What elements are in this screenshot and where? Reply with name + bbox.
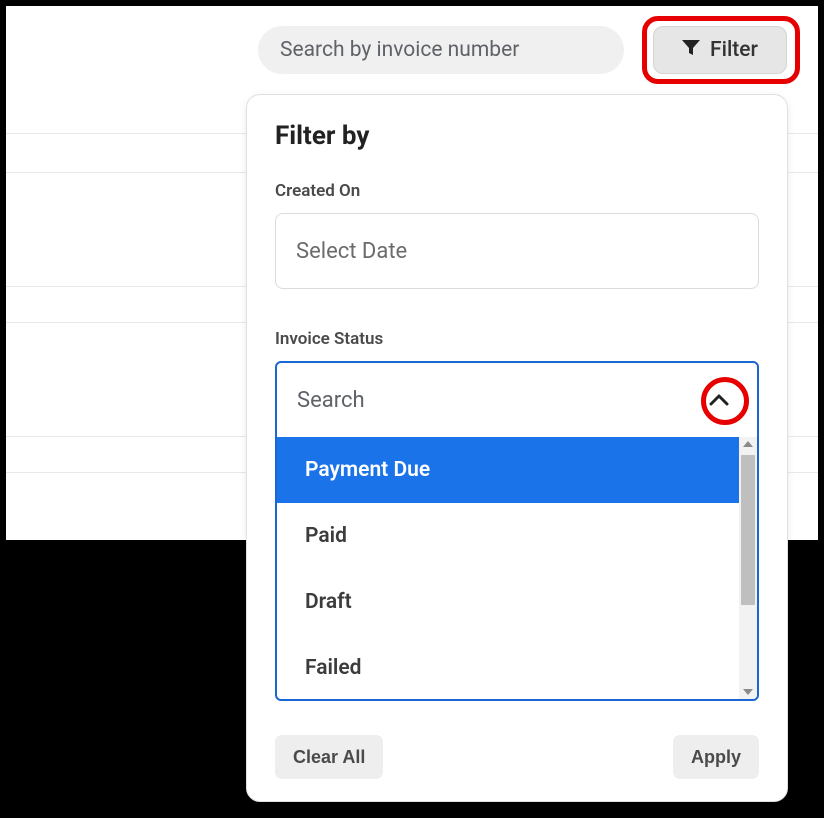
funnel-icon (682, 38, 700, 62)
invoice-status-search[interactable]: Search (277, 363, 757, 437)
created-on-label: Created On (275, 181, 759, 201)
options-scrollbar[interactable] (739, 437, 757, 699)
scroll-thumb[interactable] (741, 455, 755, 605)
clear-all-button[interactable]: Clear All (275, 735, 383, 779)
invoice-status-combobox[interactable]: Search Payment Due Paid Draft Failed (275, 361, 759, 701)
created-on-placeholder: Select Date (296, 239, 407, 264)
scroll-down-icon (743, 689, 753, 695)
panel-title: Filter by (275, 121, 759, 151)
filter-panel: Filter by Created On Select Date Invoice… (246, 94, 788, 802)
invoice-status-label: Invoice Status (275, 329, 759, 349)
invoice-status-search-placeholder: Search (297, 388, 365, 413)
option-draft[interactable]: Draft (277, 569, 739, 635)
chevron-up-icon (709, 391, 729, 410)
filter-button-label: Filter (710, 38, 758, 62)
created-on-input[interactable]: Select Date (275, 213, 759, 289)
invoice-status-options: Payment Due Paid Draft Failed (277, 437, 739, 699)
apply-button[interactable]: Apply (673, 735, 759, 779)
scroll-up-icon (743, 441, 753, 447)
option-payment-due[interactable]: Payment Due (277, 437, 739, 503)
collapse-toggle[interactable] (697, 378, 741, 422)
search-placeholder: Search by invoice number (280, 38, 519, 62)
option-failed[interactable]: Failed (277, 635, 739, 699)
filter-button[interactable]: Filter (653, 26, 787, 74)
option-paid[interactable]: Paid (277, 503, 739, 569)
search-input[interactable]: Search by invoice number (258, 26, 624, 74)
